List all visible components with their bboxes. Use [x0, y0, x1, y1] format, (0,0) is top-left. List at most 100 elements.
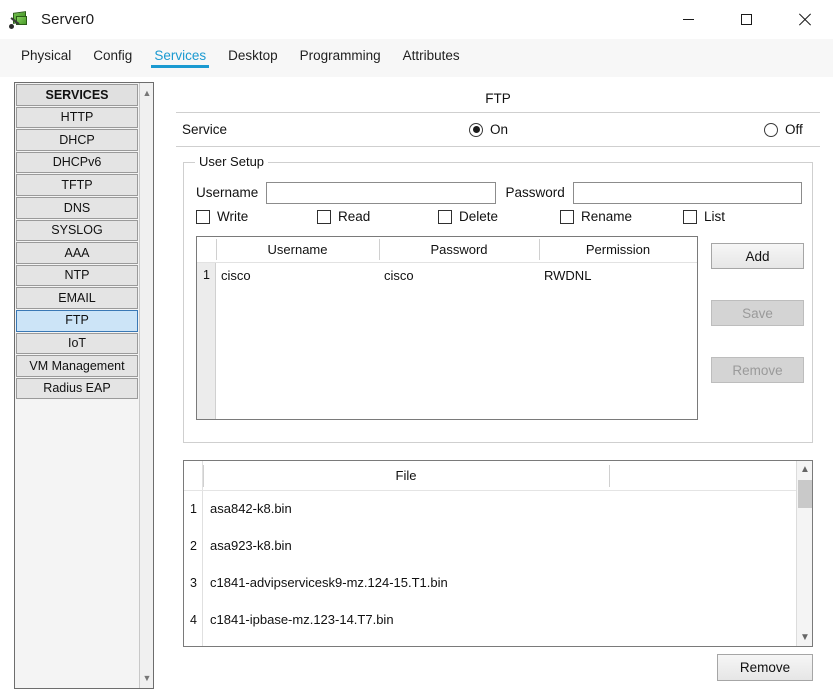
password-input[interactable] [572, 181, 802, 204]
add-button[interactable]: Add [711, 243, 804, 269]
tab-bar: Physical Config Services Desktop Program… [0, 39, 833, 77]
users-cell-permission: RWDNL [544, 267, 592, 283]
user-setup-groupbox: User Setup Username Password Write Read [183, 154, 813, 443]
users-table[interactable]: Username Password Permission 1 cisco cis… [196, 236, 698, 420]
checkbox-rename-label: Rename [581, 209, 633, 224]
username-label: Username [196, 185, 259, 200]
sidebar-item-tftp[interactable]: TFTP [16, 174, 138, 196]
services-list: SERVICES HTTP DHCP DHCPv6 TFTP DNS SYSLO… [15, 83, 139, 688]
window-title: Server0 [41, 11, 95, 28]
sidebar-item-iot[interactable]: IoT [16, 332, 138, 355]
table-row[interactable]: 1 cisco cisco RWDNL [197, 262, 697, 288]
file-row-name: c1841-ipbase-mz.123-14.T7.bin [210, 612, 394, 627]
tab-programming[interactable]: Programming [289, 39, 392, 77]
radio-off-icon [764, 122, 778, 137]
checkbox-delete-label: Delete [459, 209, 499, 224]
file-row-index: 1 [190, 501, 197, 516]
users-cell-username: cisco [221, 267, 251, 283]
maximize-icon [740, 14, 752, 25]
file-row-index: 4 [190, 612, 197, 627]
ftp-panel: FTP Service On Off User Setup Username P… [176, 82, 820, 694]
users-table-header: Username Password Permission [197, 237, 697, 263]
sidebar-item-aaa[interactable]: AAA [16, 242, 138, 264]
radio-on-icon [469, 122, 483, 137]
file-list-scrollbar[interactable]: ▲ ▼ [796, 461, 812, 646]
username-input[interactable] [266, 181, 496, 204]
users-cell-password: cisco [384, 267, 414, 283]
remove-user-button[interactable]: Remove [711, 357, 804, 383]
window-controls [659, 0, 833, 39]
chevron-down-icon[interactable]: ▼ [140, 670, 154, 686]
close-icon [798, 13, 811, 26]
tab-attributes[interactable]: Attributes [392, 39, 471, 77]
tab-desktop[interactable]: Desktop [217, 39, 289, 77]
checkbox-write[interactable]: Write [196, 209, 248, 224]
file-list-header: File [184, 461, 812, 491]
checkbox-delete-icon [438, 209, 452, 224]
list-item[interactable]: 4 c1841-ipbase-mz.123-14.T7.bin [184, 601, 812, 638]
content-area: SERVICES HTTP DHCP DHCPv6 TFTP DNS SYSLO… [0, 77, 833, 699]
window-titlebar: Server0 [0, 0, 833, 39]
credentials-row: Username Password [196, 181, 802, 204]
chevron-up-icon[interactable]: ▲ [140, 85, 154, 101]
file-row-name: c1841-advipservicesk9-mz.124-15.T1.bin [210, 575, 448, 590]
radio-service-off[interactable]: Off [764, 122, 803, 137]
divider-service [176, 146, 820, 147]
sidebar-item-dns[interactable]: DNS [16, 196, 138, 219]
sidebar-item-http[interactable]: HTTP [16, 106, 138, 129]
save-button[interactable]: Save [711, 300, 804, 326]
users-row-index: 1 [203, 268, 210, 282]
tab-config[interactable]: Config [82, 39, 143, 77]
service-toggle-row: Service On Off [176, 113, 820, 146]
list-item[interactable]: 1 asa842-k8.bin [184, 490, 812, 527]
file-row-name: asa923-k8.bin [210, 538, 292, 553]
server-device-icon [9, 9, 31, 31]
sidebar-item-syslog[interactable]: SYSLOG [16, 219, 138, 242]
sidebar-item-ftp[interactable]: FTP [16, 309, 138, 332]
sidebar-item-vm-management[interactable]: VM Management [16, 355, 138, 377]
checkbox-list-label: List [704, 209, 726, 224]
radio-on-label: On [490, 122, 509, 137]
tab-physical[interactable]: Physical [10, 39, 82, 77]
file-row-name: asa842-k8.bin [210, 501, 292, 516]
checkbox-delete[interactable]: Delete [438, 209, 498, 224]
file-row-index: 3 [190, 575, 197, 590]
sidebar-item-ntp[interactable]: NTP [16, 264, 138, 287]
maximize-button[interactable] [717, 0, 775, 39]
checkbox-write-label: Write [217, 209, 249, 224]
sidebar-item-radius-eap[interactable]: Radius EAP [16, 377, 138, 400]
checkbox-write-icon [196, 209, 210, 224]
close-button[interactable] [775, 0, 833, 39]
checkbox-read-icon [317, 209, 331, 224]
permissions-row: Write Read Delete Rename List [196, 209, 806, 231]
radio-off-label: Off [785, 122, 803, 137]
tab-services[interactable]: Services [143, 39, 217, 77]
user-setup-legend: User Setup [195, 154, 269, 169]
checkbox-rename-icon [560, 209, 574, 224]
services-list-header: SERVICES [16, 84, 138, 106]
checkbox-list-icon [683, 209, 697, 224]
list-item[interactable]: 3 c1841-advipservicesk9-mz.124-15.T1.bin [184, 564, 812, 601]
chevron-down-icon[interactable]: ▼ [797, 629, 812, 646]
remove-file-button[interactable]: Remove [717, 654, 813, 681]
users-column-password: Password [430, 242, 488, 257]
service-label: Service [182, 122, 228, 137]
sidebar-scrollbar[interactable]: ▲ ▼ [139, 83, 153, 688]
sidebar-item-dhcpv6[interactable]: DHCPv6 [16, 151, 138, 174]
checkbox-read-label: Read [338, 209, 371, 224]
list-item[interactable]: 2 asa923-k8.bin [184, 527, 812, 564]
sidebar-item-email[interactable]: EMAIL [16, 287, 138, 309]
checkbox-read[interactable]: Read [317, 209, 370, 224]
users-column-permission: Permission [585, 242, 651, 257]
sidebar-item-dhcp[interactable]: DHCP [16, 129, 138, 151]
file-list[interactable]: File 1 asa842-k8.bin 2 asa923-k8.bin 3 c… [183, 460, 813, 647]
password-label: Password [505, 185, 565, 200]
checkbox-rename[interactable]: Rename [560, 209, 632, 224]
checkbox-list[interactable]: List [683, 209, 725, 224]
minimize-button[interactable] [659, 0, 717, 39]
chevron-up-icon[interactable]: ▲ [797, 461, 812, 478]
scrollbar-thumb[interactable] [798, 480, 812, 508]
services-sidebar: SERVICES HTTP DHCP DHCPv6 TFTP DNS SYSLO… [14, 82, 154, 689]
radio-service-on[interactable]: On [469, 122, 508, 137]
page-title: FTP [485, 91, 511, 106]
